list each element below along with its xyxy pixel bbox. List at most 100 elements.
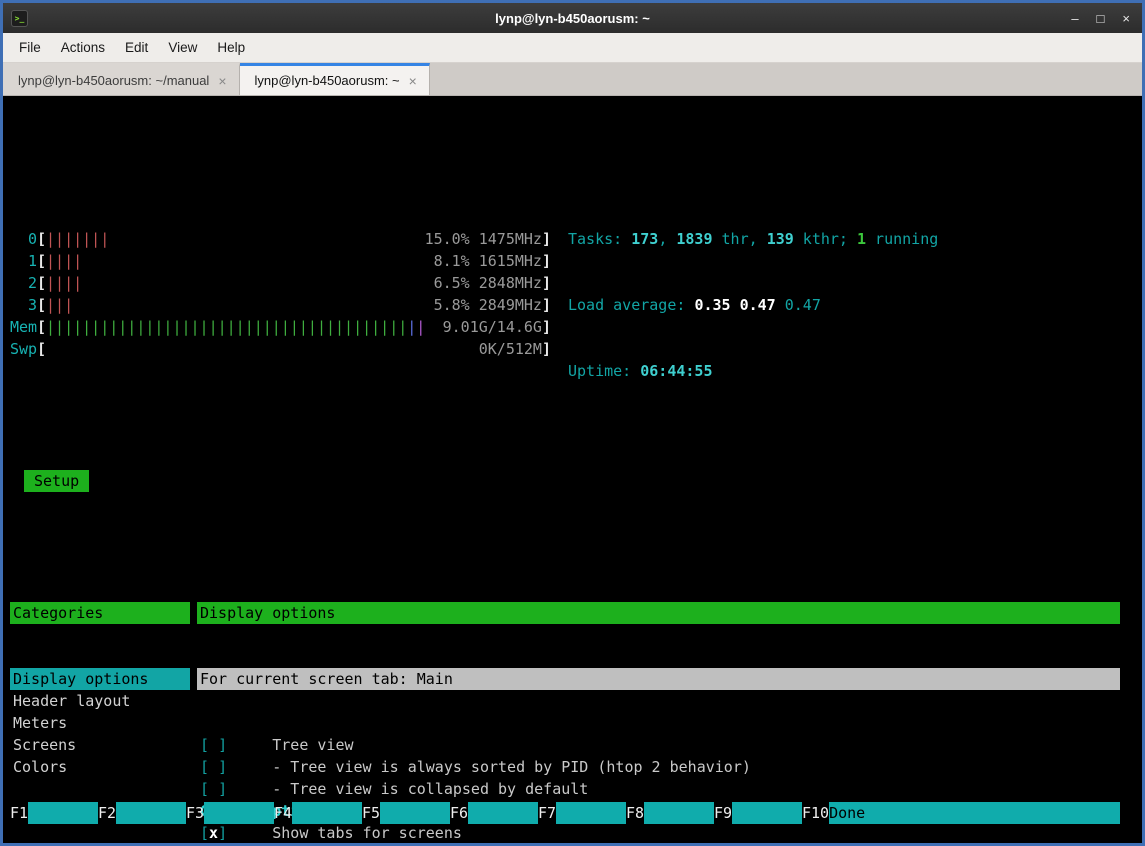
fkey-label: Done [829, 802, 1120, 824]
checkbox-spacer [227, 780, 272, 798]
meter-close-bracket: ] [542, 316, 551, 338]
options-panel: Display options For current screen tab: … [197, 558, 1120, 843]
option-label: - Tree view is always sorted by PID (hto… [272, 758, 751, 776]
meter-bar: ||||6.5% 2848MHz [46, 272, 542, 294]
meter-label: Mem [10, 316, 37, 338]
function-key-f1[interactable]: F1 [10, 802, 98, 824]
fkey-label [204, 802, 274, 824]
function-key-f3[interactable]: F3 [186, 802, 274, 824]
fkey-number: F10 [802, 802, 829, 824]
options-list: [ ] Tree view[ ] - Tree view is always s… [197, 734, 1120, 843]
close-icon[interactable]: × [1122, 11, 1130, 26]
category-item-4[interactable]: Colors [10, 756, 190, 778]
category-item-3[interactable]: Screens [10, 734, 190, 756]
running-count: 1 [857, 230, 866, 248]
meter-label: 2 [10, 272, 37, 294]
menu-view[interactable]: View [158, 35, 207, 60]
fkey-label [732, 802, 802, 824]
bar-segment: |||| [46, 252, 82, 270]
tasks-line: Tasks: 173, 1839 thr, 139 kthr; 1 runnin… [568, 228, 938, 250]
cpu3-meter: 3[|||5.8% 2849MHz] [10, 294, 551, 316]
fkey-number: F1 [10, 802, 28, 824]
bar-segment: ||| [46, 296, 73, 314]
fkey-label [380, 802, 450, 824]
function-key-f6[interactable]: F6 [450, 802, 538, 824]
fkey-number: F7 [538, 802, 556, 824]
checkbox-spacer [227, 758, 272, 776]
meter-bar-fill: ||||||| [46, 228, 109, 250]
meter-value: 8.1% 1615MHz [434, 250, 542, 272]
option-label: Show tabs for screens [272, 824, 462, 842]
option-row-2[interactable]: [ ] - Tree view is collapsed by default [197, 778, 1120, 800]
option-row-0[interactable]: [ ] Tree view [197, 734, 1120, 756]
category-item-2[interactable]: Meters [10, 712, 190, 734]
checkbox-close-bracket: ] [218, 736, 227, 754]
meter-bar: 0K/512M [46, 338, 542, 360]
tasks-label: Tasks: [568, 230, 631, 248]
terminal-tab-1[interactable]: lynp@lyn-b450aorusm: ~× [240, 63, 430, 95]
meter-bar: ||||||||||||||||||||||||||||||||||||||||… [46, 316, 542, 338]
function-key-f7[interactable]: F7 [538, 802, 626, 824]
meter-bar-fill: ||| [46, 294, 73, 316]
tab-close-icon[interactable]: × [409, 73, 417, 89]
bar-segment: | [416, 318, 425, 336]
tab-close-icon[interactable]: × [218, 73, 226, 89]
fkey-number: F8 [626, 802, 644, 824]
menu-help[interactable]: Help [207, 35, 255, 60]
meter-label: 0 [10, 228, 37, 250]
categories-panel: Categories Display optionsHeader layoutM… [10, 558, 190, 843]
fkey-label [556, 802, 626, 824]
function-key-f4[interactable]: F4 [274, 802, 362, 824]
option-label: - Tree view is collapsed by default [272, 780, 588, 798]
checkbox-open-bracket: [ [200, 780, 209, 798]
options-panel-header: Display options [197, 602, 1120, 624]
meter-open-bracket: [ [37, 316, 46, 338]
titlebar[interactable]: >_ lynp@lyn-b450aorusm: ~ – □ × [3, 3, 1142, 33]
function-key-f10[interactable]: F10Done [802, 802, 1120, 824]
category-item-1[interactable]: Header layout [10, 690, 190, 712]
tab-bar: lynp@lyn-b450aorusm: ~/manual×lynp@lyn-b… [3, 63, 1142, 96]
load-15min: 0.47 [785, 296, 821, 314]
meter-bar: |||||||15.0% 1475MHz [46, 228, 542, 250]
menu-file[interactable]: File [9, 35, 51, 60]
minimize-icon[interactable]: – [1071, 11, 1078, 26]
meter-close-bracket: ] [542, 228, 551, 250]
meter-bar-fill: ||||||||||||||||||||||||||||||||||||||||… [46, 316, 425, 338]
terminal-screen[interactable]: 0[|||||||15.0% 1475MHz]1[||||8.1% 1615MH… [3, 96, 1142, 843]
maximize-icon[interactable]: □ [1097, 11, 1105, 26]
function-key-f2[interactable]: F2 [98, 802, 186, 824]
option-row-4[interactable]: [x] Show tabs for screens [197, 822, 1120, 843]
checkbox-open-bracket: [ [200, 758, 209, 776]
setup-tab: Setup [24, 470, 89, 492]
category-item-0[interactable]: Display options [10, 668, 190, 690]
threads-count: 1839 [676, 230, 712, 248]
option-label: Tree view [272, 736, 353, 754]
fkey-number: F5 [362, 802, 380, 824]
function-key-f8[interactable]: F8 [626, 802, 714, 824]
bar-segment: | [407, 318, 416, 336]
tab-label: lynp@lyn-b450aorusm: ~/manual [18, 73, 209, 88]
function-key-f9[interactable]: F9 [714, 802, 802, 824]
fkey-label [292, 802, 362, 824]
menu-actions[interactable]: Actions [51, 35, 115, 60]
checkbox-open-bracket: [ [200, 824, 209, 842]
categories-panel-header: Categories [10, 602, 190, 624]
terminal-tab-0[interactable]: lynp@lyn-b450aorusm: ~/manual × [3, 63, 240, 95]
checkbox-mark [209, 736, 218, 754]
meter-open-bracket: [ [37, 228, 46, 250]
checkbox-mark: x [209, 824, 218, 842]
load-average-line: Load average: 0.35 0.47 0.47 [568, 294, 938, 316]
checkbox-mark [209, 758, 218, 776]
meter-bar: ||| 5.8% 2849MHz [46, 294, 542, 316]
meter-value: 5.8% 2849MHz [434, 294, 542, 316]
menu-edit[interactable]: Edit [115, 35, 158, 60]
window-controls: – □ × [1071, 11, 1130, 26]
meter-bar-fill: |||| [46, 272, 82, 294]
fkey-label [468, 802, 538, 824]
function-key-f5[interactable]: F5 [362, 802, 450, 824]
meter-open-bracket: [ [37, 338, 46, 360]
option-row-1[interactable]: [ ] - Tree view is always sorted by PID … [197, 756, 1120, 778]
uptime-value: 06:44:55 [640, 362, 712, 380]
htop-header: 0[|||||||15.0% 1475MHz]1[||||8.1% 1615MH… [10, 184, 1142, 316]
load-1min: 0.35 [694, 296, 730, 314]
